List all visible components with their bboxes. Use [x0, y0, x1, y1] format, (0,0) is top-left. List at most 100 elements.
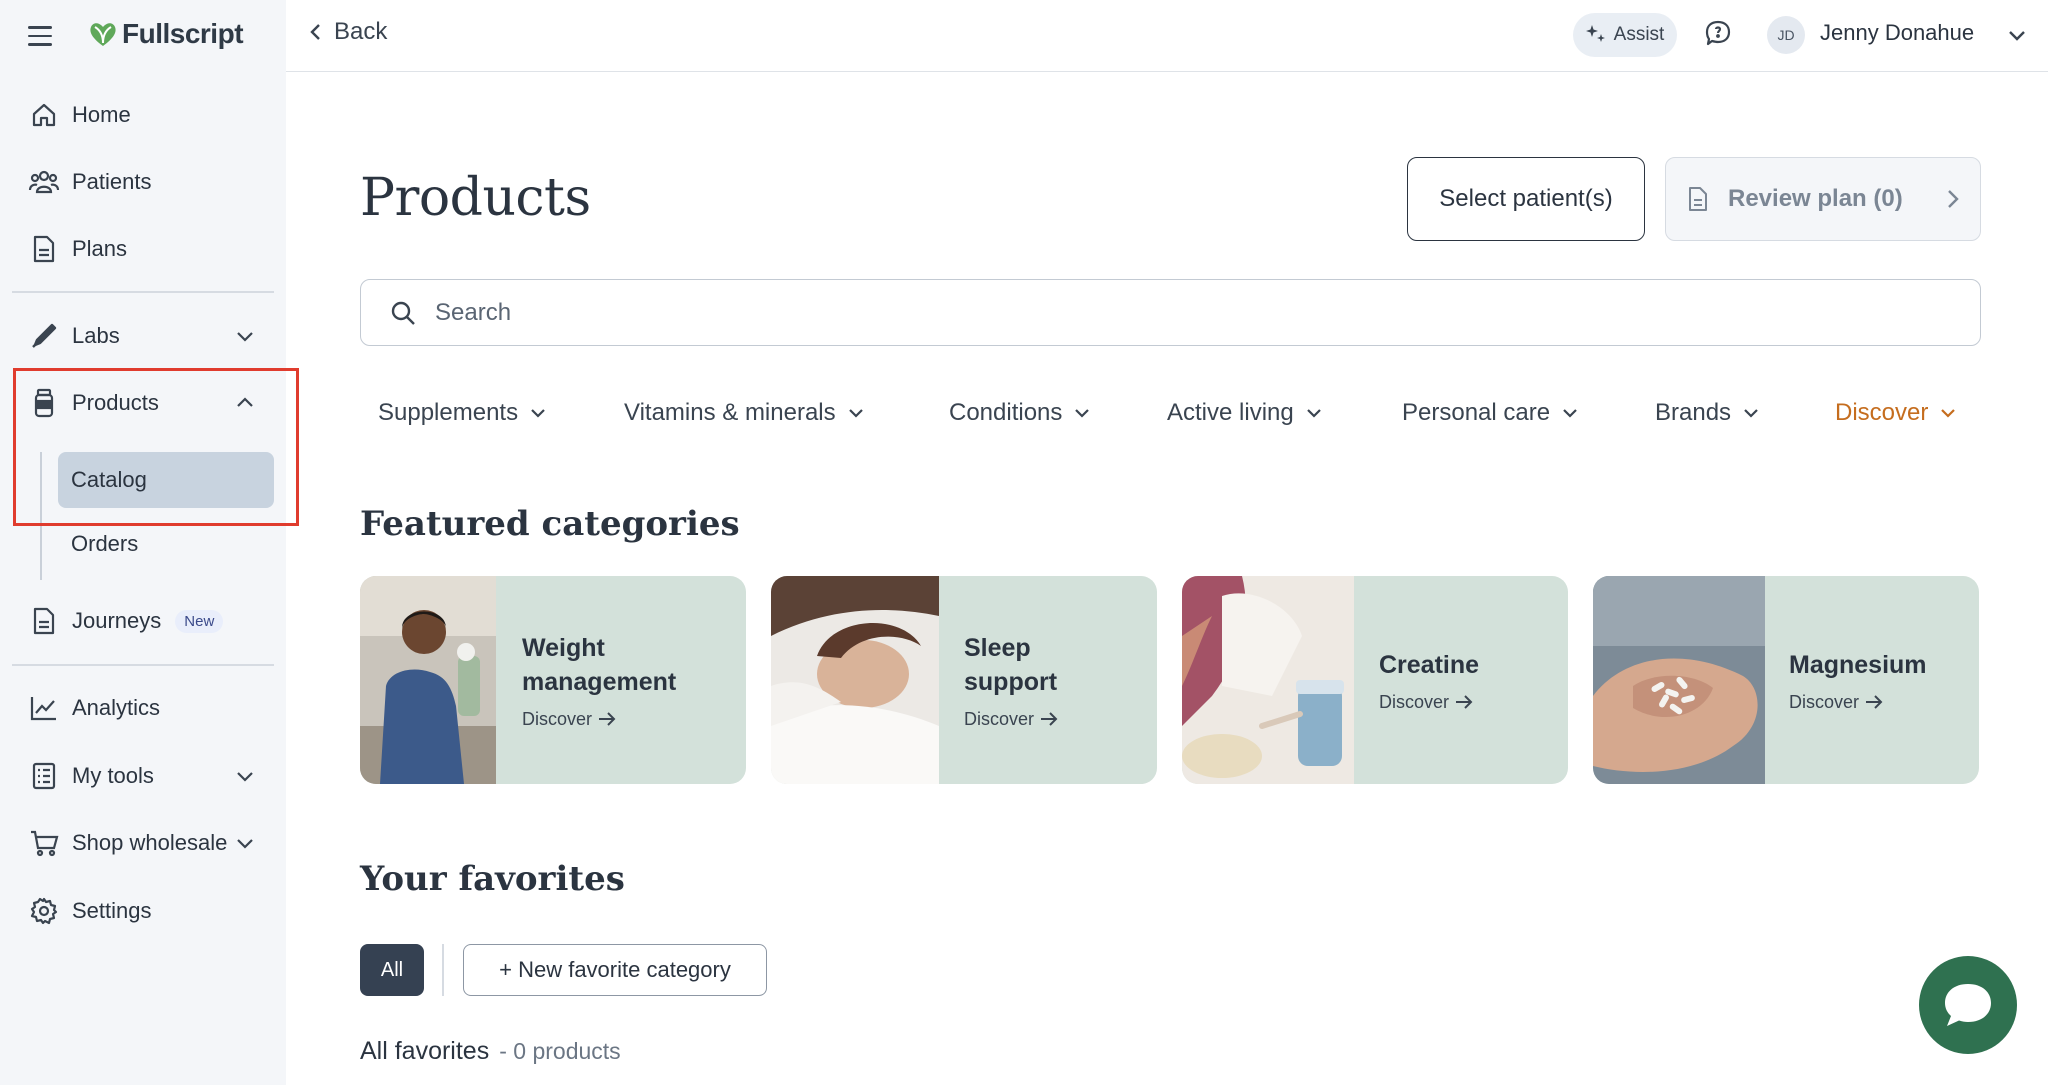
sidebar-subitem-label: Orders	[71, 531, 139, 556]
sidebar-item-label: Plans	[72, 236, 128, 261]
sidebar-item-label: My tools	[72, 763, 154, 788]
leaf-heart-icon	[90, 23, 116, 46]
chevron-down-icon	[234, 325, 256, 352]
sidebar-subitem-orders[interactable]: Orders	[58, 516, 274, 572]
discover-link[interactable]: Discover	[1379, 692, 1479, 713]
search-bar	[360, 279, 1981, 346]
card-title-line: Sleep	[964, 633, 1031, 662]
sidebar-item-journeys[interactable]: Journeys New	[14, 595, 274, 647]
featured-categories-heading: Featured categories	[360, 504, 740, 544]
sidebar-item-label: Patients	[72, 169, 152, 194]
chevron-down-icon	[1563, 409, 1577, 418]
sidebar: Fullscript Home Patients Plans Labs Prod…	[0, 0, 286, 1085]
sidebar-item-products[interactable]: Products	[14, 377, 274, 429]
review-plan-button[interactable]: Review plan (0)	[1665, 157, 1981, 241]
sidebar-item-label: Labs	[72, 323, 120, 348]
new-badge: New	[175, 609, 224, 633]
select-patients-button[interactable]: Select patient(s)	[1407, 157, 1645, 241]
sidebar-item-shop-wholesale[interactable]: Shop wholesale	[14, 817, 274, 869]
weight-management-photo	[360, 576, 496, 784]
discover-label: Discover	[1379, 691, 1450, 712]
chevron-down-icon	[234, 765, 256, 792]
discover-label: Discover	[1789, 691, 1860, 712]
category-supplements[interactable]: Supplements	[378, 396, 548, 430]
search-input[interactable]	[435, 298, 1935, 327]
arrow-right-icon	[599, 712, 616, 726]
assist-button[interactable]: Assist	[1573, 13, 1677, 57]
sidebar-item-label: Home	[72, 102, 131, 127]
sidebar-item-my-tools[interactable]: My tools	[14, 750, 274, 802]
category-brands[interactable]: Brands	[1655, 396, 1761, 430]
chevron-down-icon	[1744, 409, 1758, 418]
arrow-right-icon	[1866, 695, 1883, 709]
sidebar-item-labs[interactable]: Labs	[14, 310, 274, 362]
card-title-line: management	[522, 667, 677, 696]
category-personal-care[interactable]: Personal care	[1402, 396, 1580, 430]
card-title-line: support	[964, 667, 1058, 696]
chevron-down-icon	[234, 832, 256, 859]
sidebar-item-plans[interactable]: Plans	[14, 223, 274, 275]
user-name[interactable]: Jenny Donahue	[1820, 20, 1974, 46]
sparkle-icon	[1585, 25, 1605, 42]
filter-divider	[442, 944, 444, 996]
arrow-right-icon	[1041, 712, 1058, 726]
card-text: Weight management Discover	[522, 576, 676, 784]
review-plan-label: Review plan (0)	[1728, 185, 1903, 212]
chevron-down-icon	[1306, 409, 1321, 418]
brand-name: Fullscript	[122, 18, 244, 49]
category-label: Brands	[1655, 399, 1732, 426]
category-discover[interactable]: Discover	[1835, 396, 1958, 430]
sidebar-item-label: Journeys	[72, 608, 162, 633]
chevron-left-icon	[310, 24, 320, 40]
card-title: Magnesium	[1789, 650, 1927, 679]
fullscript-logo[interactable]: Fullscript	[88, 18, 244, 50]
back-label: Back	[334, 18, 388, 45]
discover-link[interactable]: Discover	[522, 709, 676, 730]
cart-icon	[28, 827, 60, 859]
chevron-down-icon[interactable]	[2006, 24, 2028, 51]
page-title: Products	[360, 168, 591, 228]
filter-all-pill[interactable]: All	[360, 944, 424, 996]
top-bar: Back Assist JD Jenny Donahue	[286, 0, 2048, 72]
discover-link[interactable]: Discover	[1789, 692, 1927, 713]
sleep-support-photo	[771, 576, 939, 784]
category-conditions[interactable]: Conditions	[949, 396, 1092, 430]
discover-label: Discover	[522, 708, 593, 729]
card-title-line: Weight	[522, 633, 605, 662]
sidebar-item-home[interactable]: Home	[14, 89, 274, 141]
featured-card-magnesium[interactable]: Magnesium Discover	[1593, 576, 1979, 784]
chat-bubble-icon	[1945, 984, 1991, 1026]
settings-icon	[28, 895, 60, 927]
menu-icon[interactable]	[28, 26, 52, 46]
category-label: Active living	[1167, 399, 1294, 426]
sidebar-subitem-catalog[interactable]: Catalog	[58, 452, 274, 508]
sidebar-item-label: Shop wholesale	[72, 830, 228, 855]
sidebar-item-label: Settings	[72, 898, 152, 923]
sidebar-item-analytics[interactable]: Analytics	[14, 682, 274, 734]
back-link[interactable]: Back	[308, 18, 387, 46]
category-label: Personal care	[1402, 399, 1551, 426]
featured-card-sleep-support[interactable]: Sleep support Discover	[771, 576, 1157, 784]
category-active-living[interactable]: Active living	[1167, 396, 1324, 430]
home-icon	[28, 99, 60, 131]
featured-card-weight-management[interactable]: Weight management Discover	[360, 576, 746, 784]
featured-card-creatine[interactable]: Creatine Discover	[1182, 576, 1568, 784]
all-favorites-title: All favorites	[360, 1037, 490, 1065]
category-vitamins-minerals[interactable]: Vitamins & minerals	[624, 396, 866, 430]
category-label: Supplements	[378, 399, 519, 426]
creatine-photo	[1182, 576, 1354, 784]
card-title: Sleep support	[964, 631, 1058, 699]
category-label: Conditions	[949, 399, 1063, 426]
sidebar-item-label: Products	[72, 390, 159, 415]
chat-launcher-button[interactable]	[1919, 956, 2017, 1054]
sidebar-item-settings[interactable]: Settings	[14, 885, 274, 937]
messages-icon[interactable]	[1704, 19, 1732, 52]
chevron-up-icon	[234, 392, 256, 419]
search-icon	[391, 301, 415, 325]
favorites-count: - 0 products	[499, 1038, 621, 1064]
sidebar-item-patients[interactable]: Patients	[14, 156, 274, 208]
avatar[interactable]: JD	[1767, 16, 1805, 54]
new-favorite-category-button[interactable]: + New favorite category	[463, 944, 767, 996]
discover-link[interactable]: Discover	[964, 709, 1058, 730]
discover-label: Discover	[964, 708, 1035, 729]
